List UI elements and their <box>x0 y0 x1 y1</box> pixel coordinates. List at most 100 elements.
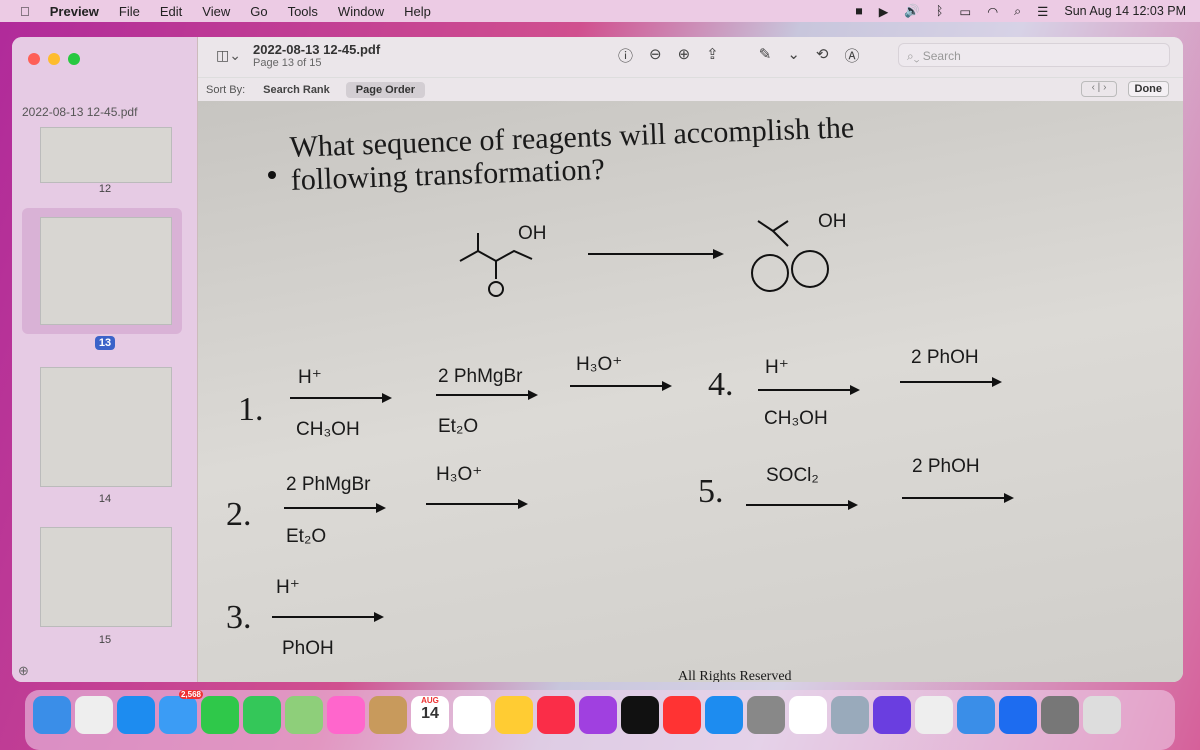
menu-app[interactable]: Preview <box>50 4 99 19</box>
mail-badge: 2,568 <box>178 690 203 699</box>
recent-document-icon[interactable] <box>1041 696 1079 734</box>
prev-next-buttons[interactable]: ‹ | › <box>1081 81 1117 97</box>
battery-icon[interactable]: ▭ <box>959 4 971 19</box>
thumbnail-page-14[interactable] <box>40 367 172 487</box>
reactant-oh: OH <box>518 223 547 244</box>
page-label-12: 12 <box>98 183 112 195</box>
calendar-day: 14 <box>421 705 439 722</box>
add-icon[interactable]: ⊕ <box>18 663 29 679</box>
finder-icon[interactable] <box>33 696 71 734</box>
opt1-step2-above: 2 PhMgBr <box>438 366 523 387</box>
sort-page-order[interactable]: Page Order <box>345 81 426 98</box>
opt5-step1-above: SOCl₂ <box>766 465 819 486</box>
maps-icon[interactable] <box>285 696 323 734</box>
chrome-icon[interactable] <box>789 696 827 734</box>
opt1-arrow-1 <box>290 393 392 403</box>
highlight-pen-icon[interactable]: ✎ <box>759 45 772 66</box>
wifi-icon[interactable]: ◠ <box>987 4 998 19</box>
product-oh: OH <box>818 211 847 232</box>
menu-file[interactable]: File <box>119 4 140 19</box>
opt3-step1-below: PhOH <box>282 638 334 659</box>
safari-icon[interactable] <box>117 696 155 734</box>
sort-by-label: Sort By: <box>206 83 246 96</box>
sort-search-rank[interactable]: Search Rank <box>263 84 330 96</box>
opt3-step1-above: H⁺ <box>276 577 300 598</box>
contacts-icon[interactable] <box>369 696 407 734</box>
chevron-down-icon[interactable]: ⌄ <box>787 45 800 66</box>
page-label-15: 15 <box>98 634 112 646</box>
sidebar-toggle-icon[interactable]: ◫⌄ <box>216 47 241 64</box>
opt1-step1-above: H⁺ <box>298 367 322 388</box>
preview-icon[interactable] <box>831 696 869 734</box>
apple-icon[interactable]:  <box>20 4 30 19</box>
page-indicator: Page 13 of 15 <box>253 57 322 69</box>
menu-go[interactable]: Go <box>250 4 267 19</box>
quicktime-icon[interactable] <box>957 696 995 734</box>
opt4-step1-below: CH₃OH <box>764 408 828 429</box>
notes-icon[interactable] <box>495 696 533 734</box>
menu-edit[interactable]: Edit <box>160 4 182 19</box>
opt3-arrow-1 <box>272 612 384 622</box>
search-input[interactable]: ⌕⌄ Search <box>898 43 1170 67</box>
tv-icon[interactable] <box>621 696 659 734</box>
zoom-in-icon[interactable]: ⊕ <box>678 45 691 66</box>
opt4-arrow-1 <box>758 385 860 395</box>
textedit-icon[interactable] <box>915 696 953 734</box>
webex-icon[interactable] <box>873 696 911 734</box>
thumbnail-page-13[interactable] <box>40 217 172 325</box>
option-1-number: 1. <box>238 391 264 428</box>
launchpad-icon[interactable] <box>75 696 113 734</box>
rotate-icon[interactable]: ⟲ <box>816 45 829 66</box>
opt4-arrow-2 <box>900 377 1002 387</box>
opt2-arrow-1 <box>284 503 386 513</box>
product-skeleton <box>757 220 789 233</box>
opt1-arrow-2 <box>436 390 538 400</box>
menu-tools[interactable]: Tools <box>288 4 318 19</box>
opt5-arrow-1 <box>746 500 858 510</box>
clock[interactable]: Sun Aug 14 12:03 PM <box>1064 4 1186 18</box>
zoom-app-icon[interactable] <box>999 696 1037 734</box>
play-icon[interactable]: ▶ <box>879 4 889 19</box>
podcasts-icon[interactable] <box>579 696 617 734</box>
opt5-step2-above: 2 PhOH <box>912 456 980 477</box>
calendar-icon[interactable]: AUG 14 <box>411 696 449 734</box>
option-4-number: 4. <box>708 366 734 403</box>
mail-icon[interactable]: 2,568 <box>159 690 203 734</box>
zoom-icon[interactable]: ■ <box>855 4 863 18</box>
menu-view[interactable]: View <box>202 4 230 19</box>
minimize-button[interactable] <box>48 53 60 65</box>
sidebar-title: 2022-08-13 12-45.pdf <box>22 105 138 119</box>
thumbnail-page-12[interactable] <box>40 127 172 183</box>
trash-icon[interactable] <box>1083 696 1121 734</box>
done-button[interactable]: Done <box>1127 81 1169 97</box>
app-store-icon[interactable] <box>705 696 743 734</box>
spotlight-icon[interactable]: ⌕ <box>1014 4 1021 19</box>
photos-icon[interactable] <box>327 696 365 734</box>
option-5-number: 5. <box>698 473 724 510</box>
news-icon[interactable] <box>663 696 701 734</box>
zoom-out-icon[interactable]: ⊖ <box>649 45 662 66</box>
opt2-arrow-2 <box>426 499 528 509</box>
markup-icon[interactable]: Ⓐ <box>844 45 859 66</box>
messages-icon[interactable] <box>243 696 281 734</box>
reminders-icon[interactable] <box>453 696 491 734</box>
opt1-step2-below: Et₂O <box>438 416 479 437</box>
volume-icon[interactable]: 🔊 <box>904 4 920 19</box>
opt2-step2-above: H₃O⁺ <box>436 464 483 485</box>
fullscreen-button[interactable] <box>68 53 80 65</box>
opt1-arrow-3 <box>570 381 672 391</box>
menu-help[interactable]: Help <box>404 4 431 19</box>
share-icon[interactable]: ⇪ <box>706 45 719 66</box>
music-icon[interactable] <box>537 696 575 734</box>
info-icon[interactable]: ⓘ <box>618 45 633 66</box>
menu-window[interactable]: Window <box>338 4 384 19</box>
close-button[interactable] <box>28 53 40 65</box>
calendar-month: AUG <box>421 696 439 705</box>
facetime-icon[interactable] <box>201 696 239 734</box>
system-preferences-icon[interactable] <box>747 696 785 734</box>
bluetooth-icon[interactable]: ᛒ <box>936 4 944 18</box>
control-center-icon[interactable]: ☰ <box>1037 4 1048 19</box>
opt5-arrow-2 <box>902 493 1014 503</box>
opt4-step2-above: 2 PhOH <box>911 347 979 368</box>
thumbnail-page-15[interactable] <box>40 527 172 627</box>
